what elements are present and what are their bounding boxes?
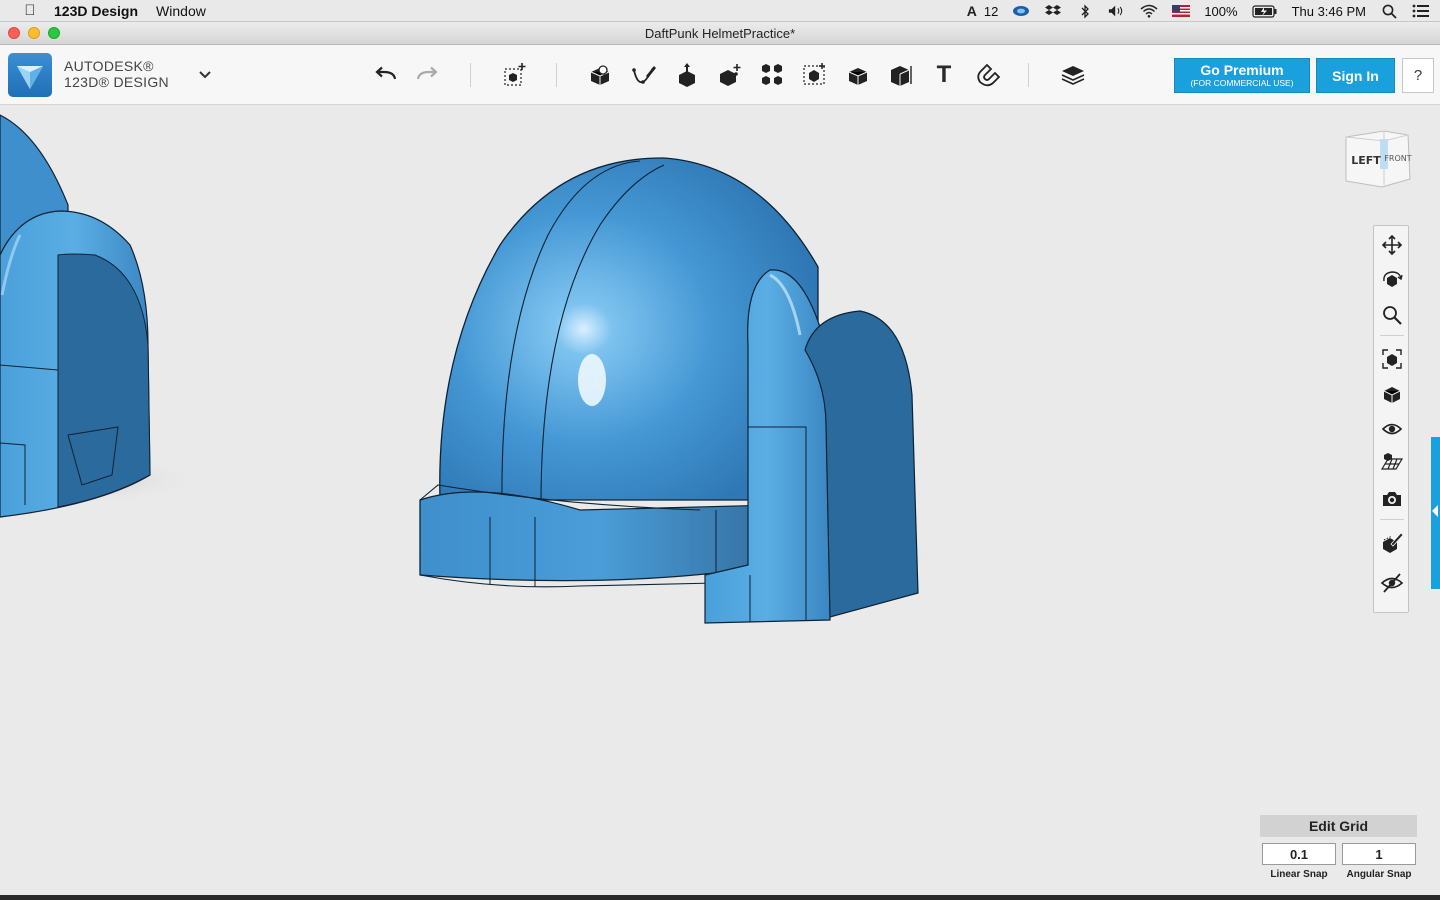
viewcube-front-face-label[interactable]: FRONT bbox=[1384, 154, 1411, 163]
edit-grid-button[interactable]: Edit Grid bbox=[1260, 815, 1417, 837]
battery-percent[interactable]: 100% bbox=[1204, 4, 1237, 19]
window-controls bbox=[8, 27, 60, 39]
orbit-icon[interactable] bbox=[1379, 267, 1405, 293]
app-logo-icon[interactable] bbox=[8, 53, 52, 97]
go-premium-label: Go Premium bbox=[1200, 62, 1284, 78]
close-window-button[interactable] bbox=[8, 27, 20, 39]
chevron-left-icon bbox=[1432, 505, 1438, 517]
pan-icon[interactable] bbox=[1379, 232, 1405, 258]
viewcube-left-face-label[interactable]: LEFT bbox=[1351, 154, 1381, 167]
edit-grid-panel: Edit Grid 0.1 1 Linear Snap Angular Snap bbox=[1260, 815, 1417, 887]
battery-icon[interactable] bbox=[1251, 3, 1278, 19]
app-menu-chevron-down-icon[interactable] bbox=[196, 67, 214, 83]
window-title: DaftPunk HelmetPractice* bbox=[644, 25, 796, 41]
adobe-status-item[interactable]: A 12 bbox=[963, 3, 999, 19]
screenshot-icon[interactable] bbox=[1379, 486, 1405, 512]
go-premium-sublabel: (FOR COMMERCIAL USE) bbox=[1190, 78, 1294, 88]
snap-icon[interactable] bbox=[972, 61, 1002, 89]
brand-product: 123D® DESIGN bbox=[64, 74, 169, 90]
mac-menubar:  123D Design Window A 12 bbox=[0, 0, 1440, 22]
text-tool-glyph: T bbox=[936, 61, 952, 88]
linear-snap-label: Linear Snap bbox=[1270, 869, 1328, 880]
window-titlebar: DaftPunk HelmetPractice* bbox=[0, 22, 1440, 45]
sign-in-button[interactable]: Sign In bbox=[1316, 58, 1395, 93]
toolbar-divider bbox=[470, 63, 471, 87]
adobe-icon: A bbox=[966, 3, 977, 19]
scene-canvas[interactable] bbox=[0, 105, 1440, 895]
window-bottom-edge bbox=[0, 895, 1440, 900]
fit-icon[interactable] bbox=[1379, 346, 1405, 372]
pattern-icon[interactable] bbox=[757, 61, 787, 89]
visibility-icon[interactable] bbox=[1379, 416, 1405, 442]
undo-icon[interactable] bbox=[371, 61, 401, 89]
modify-icon[interactable] bbox=[715, 61, 745, 89]
construct-icon[interactable] bbox=[672, 61, 702, 89]
material-icon[interactable] bbox=[1058, 61, 1088, 89]
hide-icon[interactable] bbox=[1379, 570, 1405, 596]
zoom-window-button[interactable] bbox=[48, 27, 60, 39]
zoom-icon[interactable] bbox=[1379, 302, 1405, 328]
side-panel-toggle[interactable] bbox=[1431, 437, 1440, 589]
linear-snap-field[interactable]: 0.1 bbox=[1262, 843, 1336, 865]
go-premium-button[interactable]: Go Premium (FOR COMMERCIAL USE) bbox=[1174, 58, 1310, 93]
redo-icon[interactable] bbox=[412, 61, 442, 89]
spotlight-search-icon[interactable] bbox=[1380, 3, 1398, 19]
angular-snap-label: Angular Snap bbox=[1346, 869, 1412, 880]
toolbar-divider bbox=[1028, 63, 1029, 87]
app-window:  123D Design Window A 12 bbox=[0, 0, 1440, 900]
material-edit-icon[interactable] bbox=[1379, 530, 1405, 556]
volume-icon[interactable] bbox=[1108, 3, 1126, 19]
grid-icon[interactable] bbox=[1379, 451, 1405, 477]
bluetooth-icon[interactable] bbox=[1076, 3, 1094, 19]
window-menu[interactable]: Window bbox=[156, 3, 206, 19]
combine-icon[interactable] bbox=[843, 61, 873, 89]
view-cube[interactable]: LEFT FRONT bbox=[1340, 127, 1414, 197]
minimize-window-button[interactable] bbox=[28, 27, 40, 39]
navigation-toolbar bbox=[1373, 225, 1409, 613]
toolbar-divider bbox=[556, 63, 557, 87]
brand-company: AUTODESK® bbox=[64, 58, 154, 74]
app-menu[interactable]: 123D Design bbox=[54, 3, 138, 19]
transform-icon[interactable] bbox=[500, 61, 530, 89]
dropbox-icon[interactable] bbox=[1044, 3, 1062, 19]
us-flag-icon[interactable] bbox=[1172, 3, 1191, 19]
secondary-helmet-model[interactable] bbox=[0, 114, 151, 518]
app-branding[interactable]: AUTODESK® 123D® DESIGN bbox=[64, 58, 169, 90]
text-icon[interactable]: T bbox=[929, 61, 959, 89]
adobe-count: 12 bbox=[983, 3, 999, 19]
measure-icon[interactable] bbox=[886, 61, 916, 89]
angular-snap-field[interactable]: 1 bbox=[1342, 843, 1416, 865]
menubar-clock[interactable]: Thu 3:46 PM bbox=[1292, 4, 1366, 19]
view-mode-icon[interactable] bbox=[1379, 381, 1405, 407]
app-toolbar: AUTODESK® 123D® DESIGN T Go Premium (FOR… bbox=[0, 45, 1440, 105]
menubar-status-area: A 12 100% Thu 3:46 PM bbox=[963, 0, 1430, 22]
sync-icon[interactable] bbox=[1012, 3, 1030, 19]
help-button[interactable]: ? bbox=[1402, 58, 1434, 93]
nav-divider bbox=[1380, 519, 1404, 520]
notification-center-icon[interactable] bbox=[1412, 3, 1430, 19]
sketch-icon[interactable] bbox=[629, 61, 659, 89]
daft-punk-helmet-model[interactable] bbox=[419, 157, 919, 624]
nav-divider bbox=[1380, 335, 1404, 336]
3d-viewport[interactable]: LEFT FRONT Edit Grid 0.1 1 Linear Snap A… bbox=[0, 105, 1440, 895]
primitives-icon[interactable] bbox=[585, 61, 615, 89]
wifi-icon[interactable] bbox=[1140, 3, 1158, 19]
grouping-icon[interactable] bbox=[800, 61, 830, 89]
apple-logo-icon[interactable]:  bbox=[20, 2, 40, 19]
